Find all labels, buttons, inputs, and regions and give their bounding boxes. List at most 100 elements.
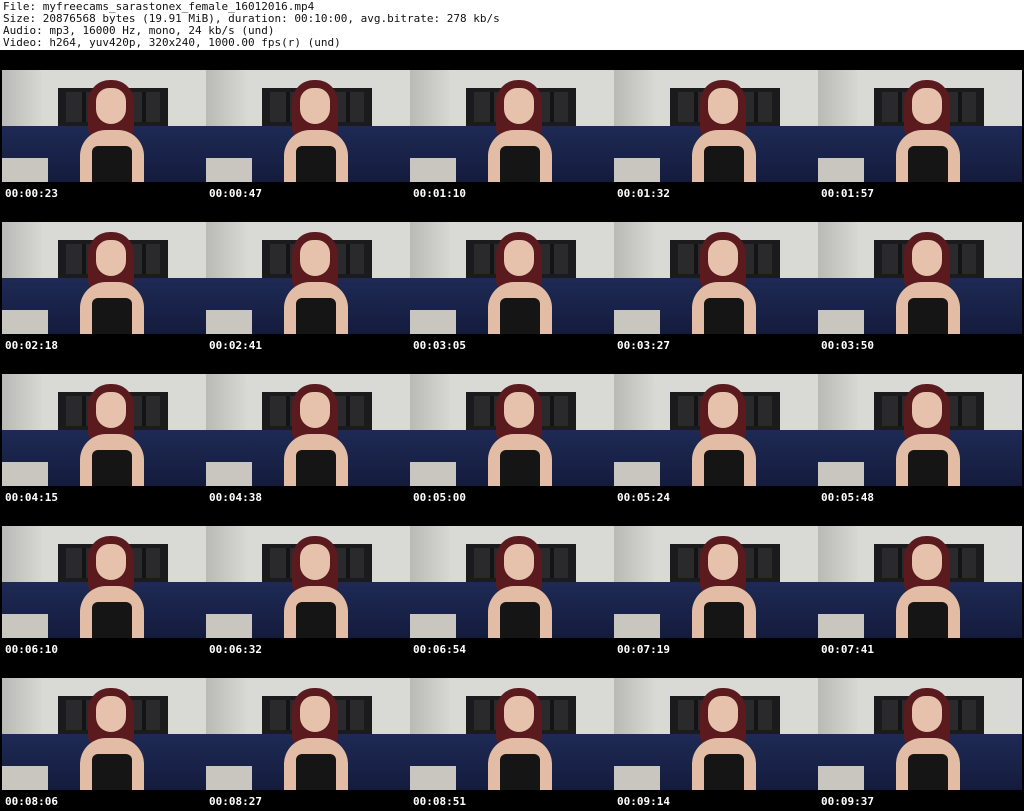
video-frame-thumbnail: [818, 678, 1022, 790]
video-frame-thumbnail: [614, 70, 818, 182]
floor: [2, 158, 48, 182]
face: [708, 544, 738, 580]
thumbnail-cell: 00:01:32: [614, 50, 818, 202]
thumbnail-cell: 00:02:18: [2, 202, 206, 354]
top-garment: [704, 450, 744, 486]
person-figure: [282, 688, 352, 790]
person-figure: [486, 384, 556, 486]
top-garment: [296, 146, 336, 182]
face: [708, 696, 738, 732]
floor: [614, 158, 660, 182]
person-figure: [78, 384, 148, 486]
video-frame-thumbnail: [614, 678, 818, 790]
floor: [818, 614, 864, 638]
face: [300, 544, 330, 580]
floor: [614, 614, 660, 638]
person-figure: [282, 536, 352, 638]
top-garment: [500, 146, 540, 182]
face: [96, 240, 126, 276]
person-figure: [486, 232, 556, 334]
timestamp-label: 00:05:24: [617, 491, 670, 504]
person-figure: [282, 232, 352, 334]
timestamp-label: 00:03:50: [821, 339, 874, 352]
top-garment: [704, 298, 744, 334]
video-frame-thumbnail: [614, 374, 818, 486]
floor: [410, 766, 456, 790]
video-frame-thumbnail: [818, 526, 1022, 638]
top-garment: [704, 754, 744, 790]
video-frame-thumbnail: [206, 222, 410, 334]
face: [300, 392, 330, 428]
person-figure: [690, 384, 760, 486]
video-frame-thumbnail: [410, 526, 614, 638]
face: [300, 696, 330, 732]
video-frame-thumbnail: [410, 222, 614, 334]
face: [96, 392, 126, 428]
video-frame-thumbnail: [2, 70, 206, 182]
top-garment: [908, 602, 948, 638]
thumbnail-cell: 00:00:47: [206, 50, 410, 202]
person-figure: [486, 536, 556, 638]
top-garment: [500, 754, 540, 790]
person-figure: [894, 536, 964, 638]
top-garment: [908, 298, 948, 334]
face: [708, 88, 738, 124]
floor: [2, 614, 48, 638]
thumbnail-cell: 00:07:19: [614, 506, 818, 658]
face: [96, 696, 126, 732]
video-frame-thumbnail: [614, 222, 818, 334]
person-figure: [78, 688, 148, 790]
thumbnail-cell: 00:02:41: [206, 202, 410, 354]
top-garment: [296, 602, 336, 638]
timestamp-label: 00:07:41: [821, 643, 874, 656]
timestamp-label: 00:06:10: [5, 643, 58, 656]
timestamp-label: 00:03:05: [413, 339, 466, 352]
person-figure: [78, 536, 148, 638]
person-figure: [894, 384, 964, 486]
face: [504, 240, 534, 276]
thumbnail-cell: 00:04:15: [2, 354, 206, 506]
video-frame-thumbnail: [410, 678, 614, 790]
face: [504, 544, 534, 580]
timestamp-label: 00:08:51: [413, 795, 466, 808]
thumbnail-cell: 00:08:27: [206, 658, 410, 810]
person-figure: [78, 232, 148, 334]
top-garment: [296, 754, 336, 790]
video-frame-thumbnail: [206, 70, 410, 182]
face: [912, 544, 942, 580]
person-figure: [894, 80, 964, 182]
person-figure: [486, 688, 556, 790]
timestamp-label: 00:06:54: [413, 643, 466, 656]
face: [504, 696, 534, 732]
face: [708, 240, 738, 276]
timestamp-label: 00:05:00: [413, 491, 466, 504]
face: [300, 88, 330, 124]
thumbnail-cell: 00:05:48: [818, 354, 1022, 506]
top-garment: [92, 754, 132, 790]
top-garment: [908, 754, 948, 790]
floor: [206, 158, 252, 182]
timestamp-label: 00:05:48: [821, 491, 874, 504]
top-garment: [92, 298, 132, 334]
timestamp-label: 00:06:32: [209, 643, 262, 656]
top-garment: [908, 146, 948, 182]
thumbnail-grid: 00:00:23 00:00:47 00:01:10 00:01:32 00:01:57…: [0, 50, 1024, 811]
video-frame-thumbnail: [2, 222, 206, 334]
thumbnail-cell: 00:01:57: [818, 50, 1022, 202]
info-header: File: myfreecams_sarastonex_female_16012…: [0, 0, 1024, 50]
timestamp-label: 00:03:27: [617, 339, 670, 352]
timestamp-label: 00:09:14: [617, 795, 670, 808]
top-garment: [704, 602, 744, 638]
person-figure: [282, 384, 352, 486]
thumbnail-cell: 00:05:24: [614, 354, 818, 506]
top-garment: [92, 450, 132, 486]
timestamp-label: 00:04:38: [209, 491, 262, 504]
face: [912, 392, 942, 428]
floor: [614, 462, 660, 486]
thumbnail-cell: 00:03:27: [614, 202, 818, 354]
floor: [2, 766, 48, 790]
timestamp-label: 00:07:19: [617, 643, 670, 656]
person-figure: [690, 536, 760, 638]
video-frame-thumbnail: [818, 222, 1022, 334]
person-figure: [690, 80, 760, 182]
